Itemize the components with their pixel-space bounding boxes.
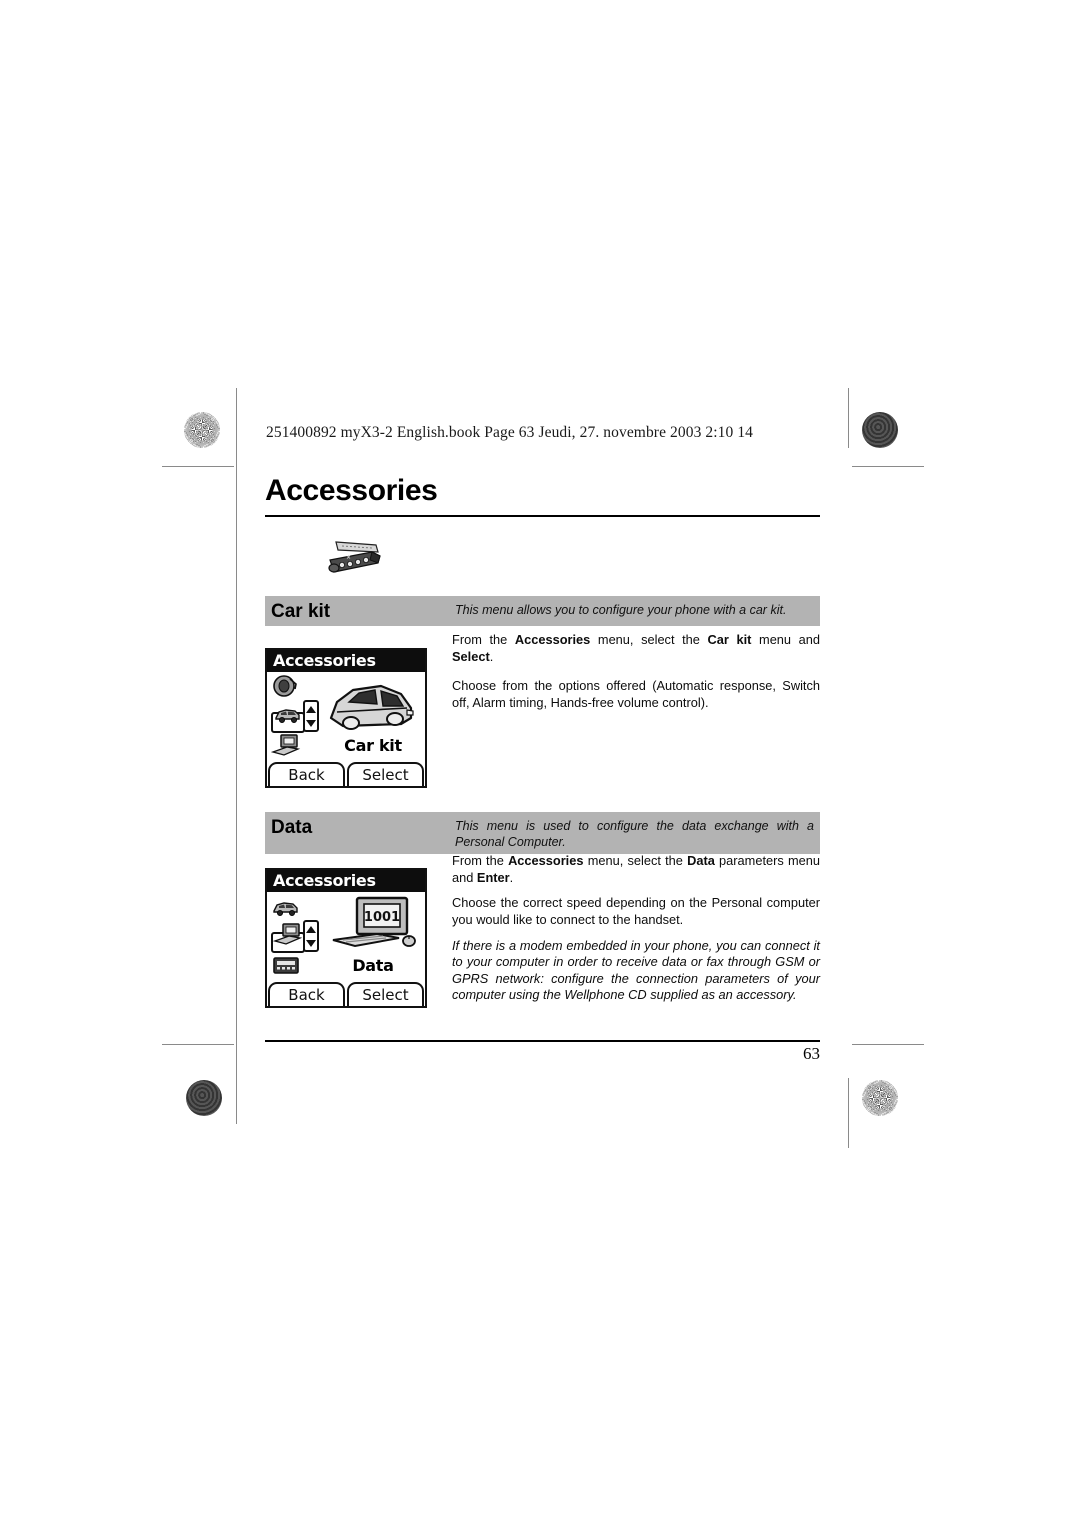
registration-mark-bottom-right (802, 1082, 836, 1116)
registration-mark-top-right (802, 413, 836, 447)
headset-icon (271, 674, 301, 700)
softkey-back[interactable]: Back (268, 762, 345, 786)
registration-mark-lower-left (185, 1024, 219, 1058)
guide-line-right (848, 388, 849, 448)
phone-screen-hero-label: Data (352, 956, 394, 975)
calculator-icon (271, 952, 301, 978)
svg-text:×: × (346, 554, 351, 561)
paragraph: From the Accessories menu, select the Ca… (452, 632, 821, 664)
density-patch-top-right (862, 412, 898, 448)
document-page: 251400892 myX3-2 English.book Page 63 Je… (0, 0, 1080, 1528)
guide-line-right-lower (848, 1078, 849, 1148)
scroll-arrows[interactable] (303, 700, 319, 732)
guide-line-left-lower (236, 448, 237, 1124)
phone-screen-title: Accessories (267, 650, 425, 672)
monitor-display-text: 1001 (364, 910, 400, 925)
computer-icon (270, 732, 301, 758)
registration-mark-upper-right (858, 463, 892, 497)
computer-icon-selected[interactable] (271, 923, 305, 953)
registration-mark-mid-left (185, 740, 219, 774)
section-title-data: Data (271, 817, 313, 838)
moire-target-top-left (184, 412, 220, 448)
phone-softkeys: Back Select (267, 762, 425, 786)
paragraph: Choose from the options offered (Automat… (452, 678, 820, 710)
phone-screenshot-car-kit: Accessories Car kit Back Select (265, 648, 427, 788)
car-icon (271, 894, 301, 920)
density-patch-bottom-left (186, 1080, 222, 1116)
arrow-up-icon[interactable] (306, 925, 316, 933)
car-illustration (323, 674, 419, 736)
registration-mark-lower-right (858, 1024, 892, 1058)
arrow-up-icon[interactable] (306, 705, 316, 713)
phone-screen-body: Car kit (267, 672, 425, 764)
phone-screenshot-data: Accessories 1001 Data Back Select (265, 868, 427, 1008)
section-body-data: From the Accessories menu, select the Da… (452, 853, 820, 1013)
section-title-car-kit: Car kit (271, 601, 331, 622)
phone-screen-hero-label: Car kit (344, 736, 402, 755)
section-description-data: This menu is used to configure the data … (455, 819, 814, 849)
scroll-arrows[interactable] (303, 920, 319, 952)
phone-softkeys: Back Select (267, 982, 425, 1006)
registration-mark-mid-right (858, 740, 892, 774)
arrow-down-icon[interactable] (306, 719, 316, 727)
paragraph: From the Accessories menu, select the Da… (452, 853, 820, 885)
page-title: Accessories (265, 474, 438, 507)
softkey-back[interactable]: Back (268, 982, 345, 1006)
page-number: 63 (803, 1044, 820, 1063)
arrow-down-icon[interactable] (306, 939, 316, 947)
registration-mark-bottom-left (244, 1082, 278, 1116)
section-band-data: Data This menu is used to configure the … (265, 812, 820, 854)
moire-target-bottom-right (862, 1080, 898, 1116)
guide-line-left (236, 388, 237, 448)
computer-illustration: 1001 (323, 894, 419, 956)
footer-divider (265, 1040, 820, 1042)
section-body-car-kit: From the Accessories menu, select the Ca… (452, 632, 820, 725)
registration-mark-upper-left (185, 463, 219, 497)
section-band-car-kit: Car kit This menu allows you to configur… (265, 596, 820, 626)
phone-screen-body: 1001 Data (267, 892, 425, 984)
paragraph: If there is a modem embedded in your pho… (452, 937, 820, 1003)
registration-mark-bottom-center (523, 1082, 557, 1116)
phone-screen-title: Accessories (267, 870, 425, 892)
paragraph: Choose the correct speed depending on th… (452, 895, 820, 927)
car-kit-cradle-icon: × (320, 538, 392, 582)
section-description-car-kit: This menu allows you to configure your p… (455, 603, 787, 617)
car-icon-selected[interactable] (271, 709, 305, 733)
book-info-header: 251400892 myX3-2 English.book Page 63 Je… (266, 424, 754, 441)
softkey-select[interactable]: Select (347, 982, 424, 1006)
title-divider (265, 515, 820, 517)
softkey-select[interactable]: Select (347, 762, 424, 786)
